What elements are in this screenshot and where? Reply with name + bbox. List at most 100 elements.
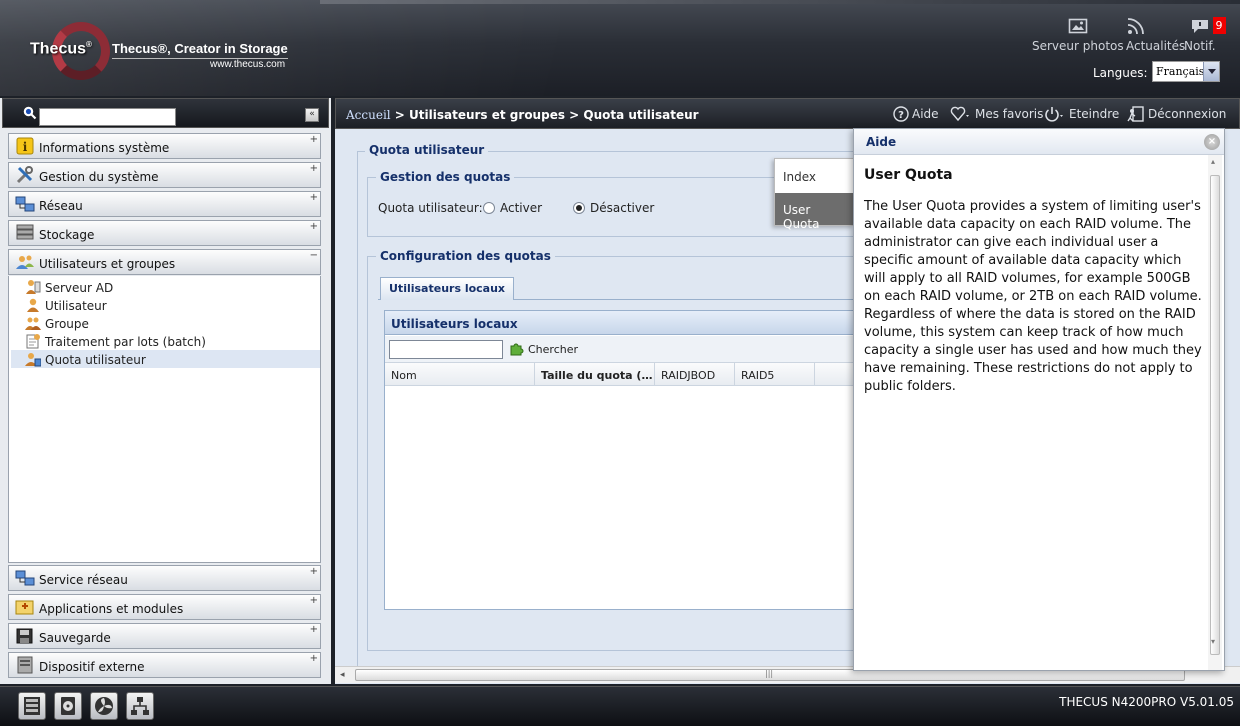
breadcrumb-home-link[interactable]: Accueil [346, 108, 391, 122]
language-value: Français [1156, 65, 1205, 78]
expand-toggle[interactable]: + [310, 163, 318, 174]
scroll-up-icon[interactable]: ▴ [1211, 157, 1215, 166]
user-icon [27, 298, 39, 312]
nav-section-storage[interactable]: Stockage + [8, 220, 321, 246]
expand-toggle[interactable]: + [310, 566, 318, 577]
shutdown-button[interactable]: Eteindre [1044, 106, 1119, 122]
expand-toggle[interactable]: + [310, 134, 318, 145]
expand-toggle[interactable]: + [310, 624, 318, 635]
column-header-name[interactable]: Nom [385, 363, 535, 385]
sidebar-search-input[interactable] [39, 108, 176, 126]
app-header: Thecus® Thecus®, Creator in Storage www.… [0, 0, 1240, 96]
nav-section-label: Gestion du système [39, 170, 159, 184]
sidebar-item-group[interactable]: Groupe [11, 314, 320, 332]
group-icon [25, 317, 41, 330]
column-header-raid5[interactable]: RAID5 [735, 363, 815, 385]
server-status-button[interactable] [18, 692, 46, 720]
expand-toggle[interactable]: + [310, 595, 318, 606]
sidebar-item-user[interactable]: Utilisateur [11, 296, 320, 314]
language-select[interactable]: Français [1152, 61, 1220, 82]
quota-management-title: Gestion des quotas [376, 170, 515, 184]
collapse-toggle[interactable]: − [310, 250, 318, 261]
help-scroll-thumb[interactable] [1210, 175, 1220, 655]
expand-toggle[interactable]: + [310, 221, 318, 232]
nav-section-system-info[interactable]: i Informations système + [8, 133, 321, 159]
expand-toggle[interactable]: + [310, 192, 318, 203]
logout-label: Déconnexion [1148, 107, 1227, 121]
grid-toolbar: Chercher [385, 336, 877, 363]
grid-search-button[interactable]: Chercher [528, 343, 578, 356]
index-menu-item-user-quota[interactable]: User Quota [775, 193, 855, 231]
disk-icon [61, 697, 75, 715]
fan-status-button[interactable] [90, 692, 118, 720]
quota-disable-label[interactable]: Désactiver [590, 201, 654, 215]
nav-section-network[interactable]: Réseau + [8, 191, 321, 217]
help-circle-icon: ? [893, 106, 909, 122]
quota-icon [25, 353, 41, 367]
nav-section-label: Applications et modules [39, 602, 184, 616]
nav-section-external-device[interactable]: Dispositif externe + [8, 652, 321, 678]
help-panel: Aide × User Quota The User Quota provide… [853, 128, 1225, 671]
network-service-icon [15, 570, 35, 586]
nav-section-users-groups[interactable]: Utilisateurs et groupes − [8, 249, 321, 275]
info-icon: i [16, 137, 34, 155]
tab-strip: Utilisateurs locaux [378, 274, 878, 300]
notifications-button[interactable]: 9 Notif. [1184, 16, 1226, 53]
help-button[interactable]: ? Aide [893, 106, 939, 122]
news-button[interactable]: Actualités [1126, 16, 1185, 53]
disk-status-button[interactable] [54, 692, 82, 720]
users-groups-subpanel: Serveur AD Utilisateur Groupe Traitement… [8, 276, 321, 563]
favorites-button[interactable]: Mes favoris [950, 106, 1043, 122]
close-icon[interactable]: × [1204, 134, 1220, 150]
network-icon [15, 196, 35, 212]
nav-section-label: Service réseau [39, 573, 128, 587]
brand-tagline: Thecus®, Creator in Storage [112, 41, 288, 59]
grid-search-input[interactable] [389, 340, 503, 359]
nav-section-network-service[interactable]: Service réseau + [8, 565, 321, 591]
tab-local-users[interactable]: Utilisateurs locaux [380, 277, 515, 300]
server-icon [24, 697, 40, 715]
favorites-label: Mes favoris [975, 107, 1044, 121]
chat-bubble-icon [1191, 20, 1208, 33]
external-device-icon [17, 656, 33, 674]
user-quota-section-title: Quota utilisateur [365, 143, 489, 157]
column-header-quota-size[interactable]: Taille du quota (… [535, 363, 655, 385]
nav-section-apps-modules[interactable]: Applications et modules + [8, 594, 321, 620]
grid-header-row: Nom Taille du quota (… RAIDJBOD RAID5 [385, 363, 877, 386]
chevron-down-icon[interactable] [1203, 62, 1219, 81]
sidebar-item-user-quota[interactable]: Quota utilisateur [11, 350, 320, 368]
network-status-button[interactable] [126, 692, 154, 720]
search-icon [23, 106, 37, 120]
sidebar-item-batch[interactable]: Traitement par lots (batch) [11, 332, 320, 350]
scroll-left-icon[interactable]: ◂ [340, 670, 345, 680]
logout-button[interactable]: Déconnexion [1127, 106, 1226, 122]
logout-icon [1127, 106, 1144, 122]
tools-icon [16, 166, 33, 184]
help-vertical-scrollbar[interactable]: ▴ ▾ [1208, 155, 1222, 670]
photo-server-button[interactable]: Serveur photos [1032, 16, 1124, 53]
nav-section-label: Réseau [39, 199, 83, 213]
quota-enable-label[interactable]: Activer [500, 201, 542, 215]
breadcrumb-bar: Accueil > Utilisateurs et groupes > Quot… [335, 98, 1240, 129]
notification-badge: 9 [1212, 17, 1226, 34]
scroll-grip-icon: ||| [765, 669, 774, 678]
index-menu-item-index[interactable]: Index [775, 160, 855, 192]
sidebar-item-label: Quota utilisateur [45, 353, 146, 367]
sidebar-item-ad-server[interactable]: Serveur AD [11, 278, 320, 296]
sidebar-item-label: Serveur AD [45, 281, 114, 295]
svg-text:?: ? [898, 110, 904, 121]
scroll-down-icon[interactable]: ▾ [1211, 637, 1215, 646]
language-label: Langues: [1093, 66, 1148, 80]
news-label: Actualités [1126, 39, 1186, 53]
column-header-raidjbod[interactable]: RAIDJBOD [655, 363, 735, 385]
nav-section-backup[interactable]: Sauvegarde + [8, 623, 321, 649]
quota-disable-radio[interactable] [573, 202, 585, 214]
collapse-sidebar-button[interactable]: « [305, 108, 319, 122]
quota-enable-radio[interactable] [483, 202, 495, 214]
nav-section-system-management[interactable]: Gestion du système + [8, 162, 321, 188]
expand-toggle[interactable]: + [310, 653, 318, 664]
rss-icon [1127, 18, 1144, 35]
sidebar-item-label: Traitement par lots (batch) [45, 335, 206, 349]
nav-section-label: Stockage [39, 228, 95, 242]
power-icon [1045, 107, 1063, 122]
